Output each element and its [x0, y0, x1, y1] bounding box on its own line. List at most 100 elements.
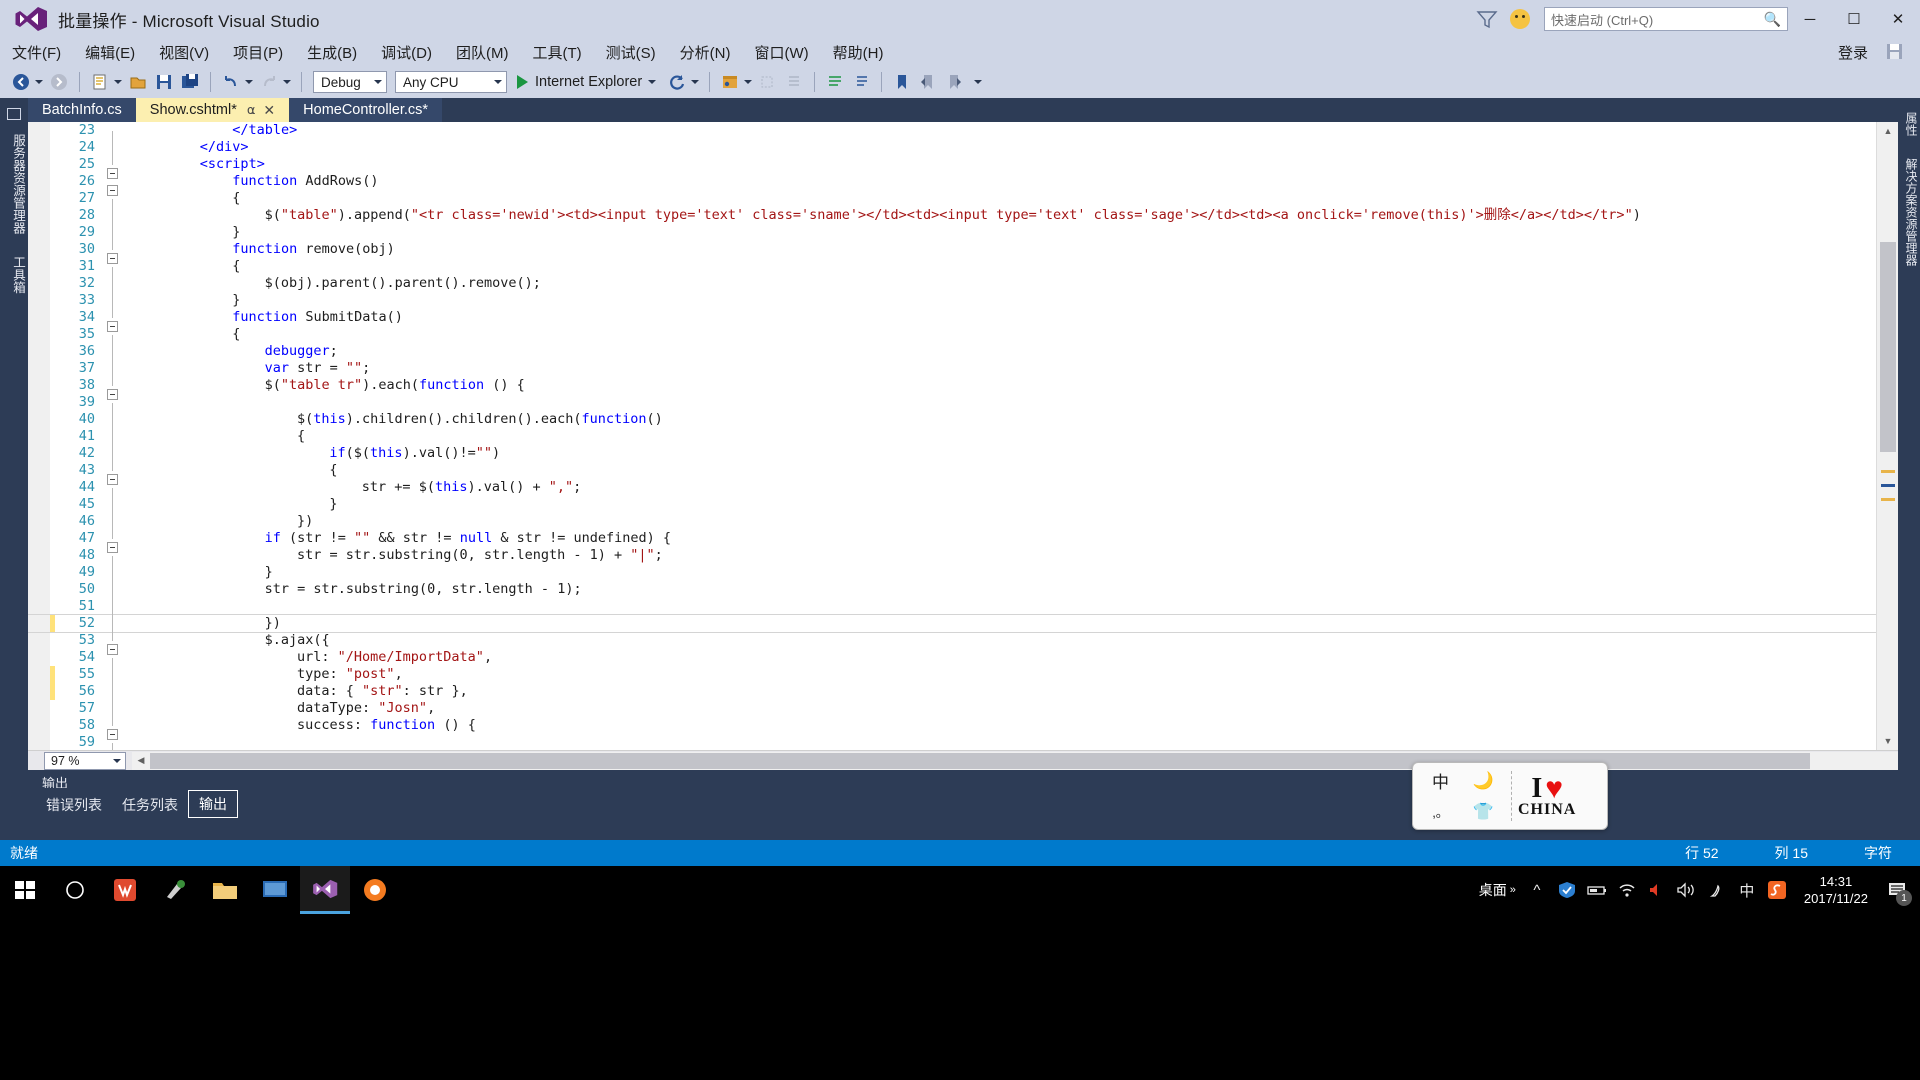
code-line[interactable]: 51 [28, 598, 1876, 624]
glyph-margin[interactable] [28, 683, 50, 700]
new-project-icon[interactable] [87, 69, 125, 95]
taskbar-item-visual-studio[interactable] [300, 866, 350, 914]
collapse-box-icon[interactable] [107, 252, 118, 264]
code-line[interactable]: 55 type: "post", [28, 666, 1876, 692]
shield-security-icon[interactable] [1552, 866, 1582, 914]
code-text[interactable]: { [125, 190, 240, 207]
tab-output[interactable]: 输出 [188, 790, 238, 818]
code-text[interactable]: $.ajax({ [125, 632, 330, 649]
code-text[interactable]: $(this).children().children().each(funct… [125, 411, 663, 428]
solution-platform-select[interactable]: Any CPU [395, 71, 507, 93]
code-text[interactable]: { [125, 428, 305, 445]
glyph-margin[interactable] [28, 445, 50, 462]
ime-chinese-icon[interactable]: 中 [1732, 866, 1762, 914]
sign-in-link[interactable]: 登录 [1838, 42, 1884, 63]
ime-mode-button[interactable]: 中 [1432, 768, 1449, 793]
glyph-margin[interactable] [28, 241, 50, 258]
open-file-icon[interactable] [125, 69, 151, 95]
code-line[interactable]: 45} [28, 496, 1876, 522]
sidebar-item-properties[interactable]: 属性 [1898, 104, 1920, 144]
menu-item-edit[interactable]: 编辑(E) [73, 39, 147, 66]
code-line[interactable]: 40 $(this).children().children().each(fun… [28, 411, 1876, 437]
play-icon[interactable] [517, 75, 528, 89]
code-text[interactable]: success: function () { [125, 717, 476, 734]
menu-item-debug[interactable]: 调试(D) [369, 39, 444, 66]
tab-error-list[interactable]: 错误列表 [36, 792, 112, 818]
navigate-back-icon[interactable] [8, 69, 46, 95]
scroll-up-icon[interactable]: ▲ [1877, 122, 1898, 140]
glyph-margin[interactable] [28, 292, 50, 309]
save-all-icon[interactable] [177, 69, 203, 95]
code-text[interactable]: function remove(obj) [125, 241, 395, 258]
glyph-margin[interactable] [28, 632, 50, 649]
taskbar-clock[interactable]: 14:31 2017/11/22 [1792, 873, 1880, 907]
collapse-box-icon[interactable] [107, 728, 118, 740]
tray-overflow-icon[interactable]: » [1510, 884, 1516, 896]
ime-punctuation-button[interactable]: ,。 [1432, 802, 1449, 821]
step-icon[interactable] [755, 69, 781, 95]
glyph-margin[interactable] [28, 122, 50, 139]
code-line[interactable]: 44 str += $(this).val() + ","; [28, 479, 1876, 505]
editor-horizontal-scrollbar[interactable]: ◀ [132, 751, 1898, 770]
tab-show-cshtml[interactable]: Show.cshtml* ⍺ ✕ [135, 98, 290, 122]
show-desktop-button[interactable]: 桌面 » [1473, 880, 1522, 900]
code-line[interactable]: 29} [28, 224, 1876, 250]
code-line[interactable]: 39 [28, 394, 1876, 420]
menu-item-help[interactable]: 帮助(H) [821, 39, 896, 66]
pin-icon[interactable]: ⍺ [247, 102, 256, 118]
chevron-down-icon[interactable] [691, 80, 700, 84]
glyph-margin[interactable] [28, 428, 50, 445]
code-text[interactable]: debugger; [125, 343, 338, 360]
code-line[interactable]: 31 { [28, 258, 1876, 284]
sidebar-item-solution-explorer[interactable]: 解决方案资源管理器 [1898, 150, 1920, 274]
code-text[interactable]: <script> [125, 156, 265, 173]
volume-mute-icon[interactable] [1642, 866, 1672, 914]
browser-icon[interactable] [717, 69, 755, 95]
code-text[interactable]: url: "/Home/ImportData", [125, 649, 492, 666]
glyph-margin[interactable] [28, 496, 50, 513]
code-line[interactable]: 53 $.ajax({ [28, 632, 1876, 655]
code-text[interactable]: </div> [125, 139, 249, 156]
code-line[interactable]: 23 </table> [28, 122, 1876, 148]
code-text[interactable]: } [125, 224, 240, 241]
glyph-margin[interactable] [28, 156, 50, 173]
zoom-level-select[interactable]: 97 % [44, 751, 126, 770]
code-line[interactable]: 32 $(obj).parent().parent().remove(); [28, 275, 1876, 301]
taskbar-item-wps[interactable] [100, 866, 150, 914]
code-text[interactable]: var str = ""; [125, 360, 371, 377]
collapse-box-icon[interactable] [107, 184, 118, 196]
menu-item-analyze[interactable]: 分析(N) [668, 39, 743, 66]
code-text[interactable]: str = str.substring(0, str.length - 1) +… [125, 547, 663, 564]
chevron-down-icon[interactable] [283, 80, 291, 84]
code-line[interactable]: 34 function SubmitData() [28, 309, 1876, 332]
code-line[interactable]: 26 function AddRows() [28, 173, 1876, 196]
code-line[interactable]: 28 $("table").append("<tr class='newid'><… [28, 207, 1876, 233]
start-debug-target-label[interactable]: Internet Explorer [535, 74, 642, 90]
code-line[interactable]: 38 $("table tr").each(function () { [28, 377, 1876, 400]
code-line[interactable]: 41 { [28, 428, 1876, 454]
menu-item-tools[interactable]: 工具(T) [520, 39, 593, 66]
code-text[interactable]: }) [125, 615, 281, 632]
menu-item-file[interactable]: 文件(F) [0, 39, 73, 66]
bookmark-icon[interactable] [889, 69, 915, 95]
code-line[interactable]: 42 if($(this).val()!="") [28, 445, 1876, 471]
previous-bookmark-icon[interactable] [915, 69, 941, 95]
code-text[interactable]: function SubmitData() [125, 309, 403, 326]
redo-icon[interactable] [256, 69, 294, 95]
code-line[interactable]: 35 { [28, 326, 1876, 352]
glyph-margin[interactable] [28, 258, 50, 275]
close-icon[interactable]: ✕ [263, 102, 275, 119]
code-text[interactable]: }) [125, 513, 313, 530]
code-line[interactable]: 56 data: { "str": str }, [28, 683, 1876, 709]
code-text[interactable]: if($(this).val()!="") [125, 445, 500, 462]
code-line[interactable]: 25 <script> [28, 156, 1876, 179]
code-line[interactable]: 57 dataType: "Josn", [28, 700, 1876, 726]
glyph-margin[interactable] [28, 700, 50, 717]
code-line[interactable]: 24 </div> [28, 139, 1876, 165]
glyph-margin[interactable] [28, 326, 50, 343]
chevron-down-icon[interactable] [494, 80, 502, 84]
collapse-box-icon[interactable] [107, 541, 118, 553]
chevron-down-icon[interactable] [374, 80, 382, 84]
code-text[interactable]: { [125, 462, 337, 479]
code-text[interactable]: str = str.substring(0, str.length - 1); [125, 581, 582, 598]
